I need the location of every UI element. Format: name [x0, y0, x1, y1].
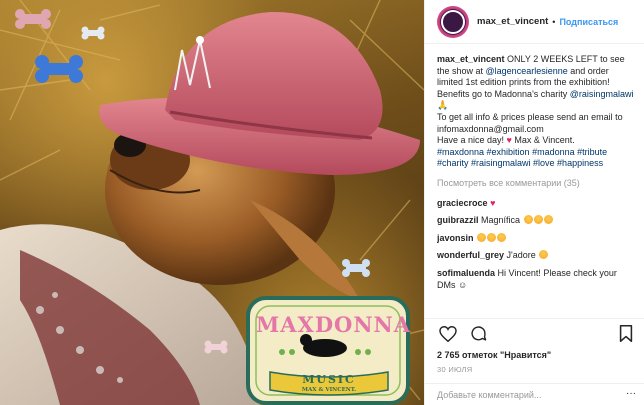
- add-comment-bar: [425, 383, 644, 405]
- heart-eyes-emoji-icon: [523, 215, 533, 225]
- post-header: max_et_vincent • Подписаться: [425, 0, 644, 44]
- action-bar: [425, 318, 644, 348]
- comment-username[interactable]: guibrazzil: [437, 215, 479, 225]
- heart-eyes-emoji-icon: [497, 232, 507, 242]
- heart-eyes-emoji-icon: [533, 215, 543, 225]
- dog-illustration: [0, 0, 424, 405]
- post-photo[interactable]: MAXDONNA MUSIC MAX & VINCENT.: [0, 0, 424, 405]
- heart-icon[interactable]: [437, 323, 459, 345]
- post-date: 30 ИЮЛЯ: [437, 365, 473, 374]
- comment-text: J'adore: [506, 250, 536, 261]
- comment-username[interactable]: wonderful_grey: [437, 250, 504, 260]
- bone-toy: [15, 9, 51, 29]
- view-all-comments-link[interactable]: Посмотреть все комментарии (35): [437, 178, 637, 190]
- heart-eyes-emoji-icon: [487, 232, 497, 242]
- mention-link[interactable]: @lagencearlesienne: [486, 66, 568, 76]
- heart-eyes-emoji-icon: [477, 232, 487, 242]
- logo-byline: MAX & VINCENT.: [301, 387, 357, 393]
- heart-eyes-emoji-icon: [543, 215, 553, 225]
- comment-username[interactable]: sofimaluenda: [437, 268, 495, 278]
- comment-row: sofimaluenda Hi Vincent! Please check yo…: [437, 268, 637, 291]
- comment-row: wonderful_grey J'adore: [437, 250, 637, 262]
- hashtags[interactable]: #maxdonna #exhibition #madonna #tribute …: [437, 147, 607, 169]
- comment-username[interactable]: javonsin: [437, 233, 474, 243]
- like-count[interactable]: 2 765 отметок "Нравится": [437, 350, 551, 360]
- logo-subtitle: MUSIC: [302, 373, 356, 386]
- comment-row: graciecroce ♥: [437, 198, 637, 210]
- comment-text: Magnífica: [481, 215, 521, 226]
- avatar[interactable]: [437, 5, 469, 38]
- heart-emoji-icon: ♥: [490, 197, 496, 208]
- comments-section: max_et_vincent ONLY 2 WEEKS LEFT to see …: [437, 54, 637, 316]
- logo-title: MAXDONNA: [256, 312, 412, 337]
- comment-row: javonsin: [437, 232, 637, 245]
- mention-link[interactable]: @raisingmalawi: [570, 89, 634, 99]
- comment-username[interactable]: graciecroce: [437, 198, 488, 208]
- post-sidebar: max_et_vincent • Подписаться max_et_vinc…: [424, 0, 644, 405]
- follow-button[interactable]: Подписаться: [559, 17, 618, 27]
- caption-username[interactable]: max_et_vincent: [437, 54, 505, 64]
- header-username[interactable]: max_et_vincent: [477, 16, 548, 27]
- add-comment-input[interactable]: [437, 389, 627, 400]
- post-caption: max_et_vincent ONLY 2 WEEKS LEFT to see …: [437, 54, 634, 169]
- comment-icon[interactable]: [467, 323, 489, 345]
- separator-dot: •: [552, 16, 556, 27]
- more-options-icon[interactable]: ···: [626, 388, 636, 399]
- bookmark-icon[interactable]: [615, 323, 637, 345]
- heart-eyes-emoji-icon: [539, 250, 549, 260]
- comment-row: guibrazzil Magnífica: [437, 215, 637, 227]
